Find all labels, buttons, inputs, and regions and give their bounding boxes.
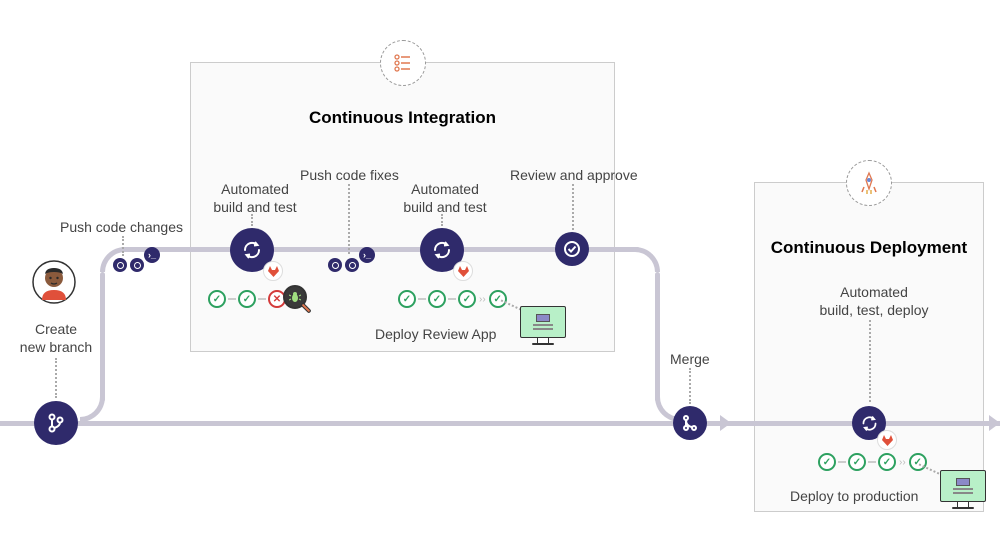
merge-label: Merge <box>670 350 710 368</box>
connector <box>572 184 574 230</box>
connector <box>122 236 124 256</box>
terminal-icon: ›_ <box>144 247 160 263</box>
ci-badge-icon <box>380 40 426 86</box>
deploy-review-app-label: Deploy Review App <box>375 325 496 343</box>
gitlab-icon <box>877 430 897 450</box>
cicd-diagram: Continuous Integration Continuous Deploy… <box>0 0 1000 554</box>
branch-corner <box>635 247 660 272</box>
branch-line <box>655 272 660 402</box>
auto-build-test-2-label: Automated build and test <box>400 180 490 216</box>
timeline-arrow-end-icon <box>989 415 1000 431</box>
review-app-monitor-icon <box>520 306 566 348</box>
bug-magnifier-icon <box>283 285 315 317</box>
review-approve-node <box>555 232 589 266</box>
cd-pipeline-status: ✓ ✓ ✓ ›› ✓ <box>818 453 927 471</box>
connector <box>689 368 691 404</box>
cd-badge-icon <box>846 160 892 206</box>
pipeline-status-pass: ✓ ✓ ✓ ›› ✓ <box>398 290 507 308</box>
timeline-arrow-icon <box>720 415 731 431</box>
connector <box>869 320 871 402</box>
push-fixes-label: Push code fixes <box>300 166 399 184</box>
deploy-production-label: Deploy to production <box>790 487 918 505</box>
main-timeline <box>0 421 1000 426</box>
pipeline-status-fail: ✓ ✓ ✕ <box>208 290 286 308</box>
gitlab-icon <box>263 261 283 281</box>
auto-build-test-deploy-label: Automated build, test, deploy <box>814 283 934 319</box>
commits-icon <box>328 258 359 272</box>
connector <box>251 214 253 226</box>
connector <box>441 214 443 226</box>
branch-line <box>100 272 105 402</box>
branch-corner <box>80 397 105 422</box>
merge-node <box>673 406 707 440</box>
commits-icon <box>113 258 144 272</box>
connector <box>348 184 350 254</box>
ci-title: Continuous Integration <box>191 108 614 128</box>
review-approve-label: Review and approve <box>510 166 638 184</box>
production-monitor-icon <box>940 470 986 512</box>
cd-title: Continuous Deployment <box>755 238 983 258</box>
gitlab-icon <box>453 261 473 281</box>
create-branch-label: Create new branch <box>16 320 96 356</box>
connector <box>55 358 57 398</box>
auto-build-test-1-label: Automated build and test <box>210 180 300 216</box>
create-branch-node <box>34 401 78 445</box>
terminal-icon: ›_ <box>359 247 375 263</box>
developer-avatar <box>32 260 76 304</box>
push-changes-label: Push code changes <box>60 218 183 236</box>
